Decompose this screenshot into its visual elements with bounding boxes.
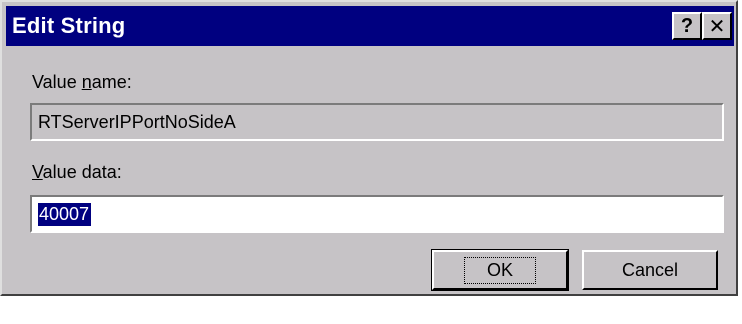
close-icon: ✕ [708,15,726,38]
dialog-title: Edit String [12,13,126,38]
ok-button[interactable]: OK [431,249,569,291]
help-button[interactable]: ? [672,12,702,40]
value-data-input[interactable]: 40007 [30,195,724,233]
value-data-text: 40007 [38,202,92,226]
value-name-label: Value name: [32,72,132,92]
value-name-text: RTServerIPPortNoSideA [38,111,236,132]
value-name-field: RTServerIPPortNoSideA [30,103,724,141]
ok-button-label: OK [463,256,536,284]
cancel-button[interactable]: Cancel [582,250,718,290]
edit-string-dialog: Edit String ? ✕ Value name: RTServerIPPo… [0,0,738,296]
help-icon: ? [680,14,694,37]
title-bar[interactable]: Edit String ? ✕ [6,6,734,46]
value-data-label: Value data: [32,162,122,182]
cancel-button-label: Cancel [621,259,679,280]
close-button[interactable]: ✕ [702,12,732,40]
